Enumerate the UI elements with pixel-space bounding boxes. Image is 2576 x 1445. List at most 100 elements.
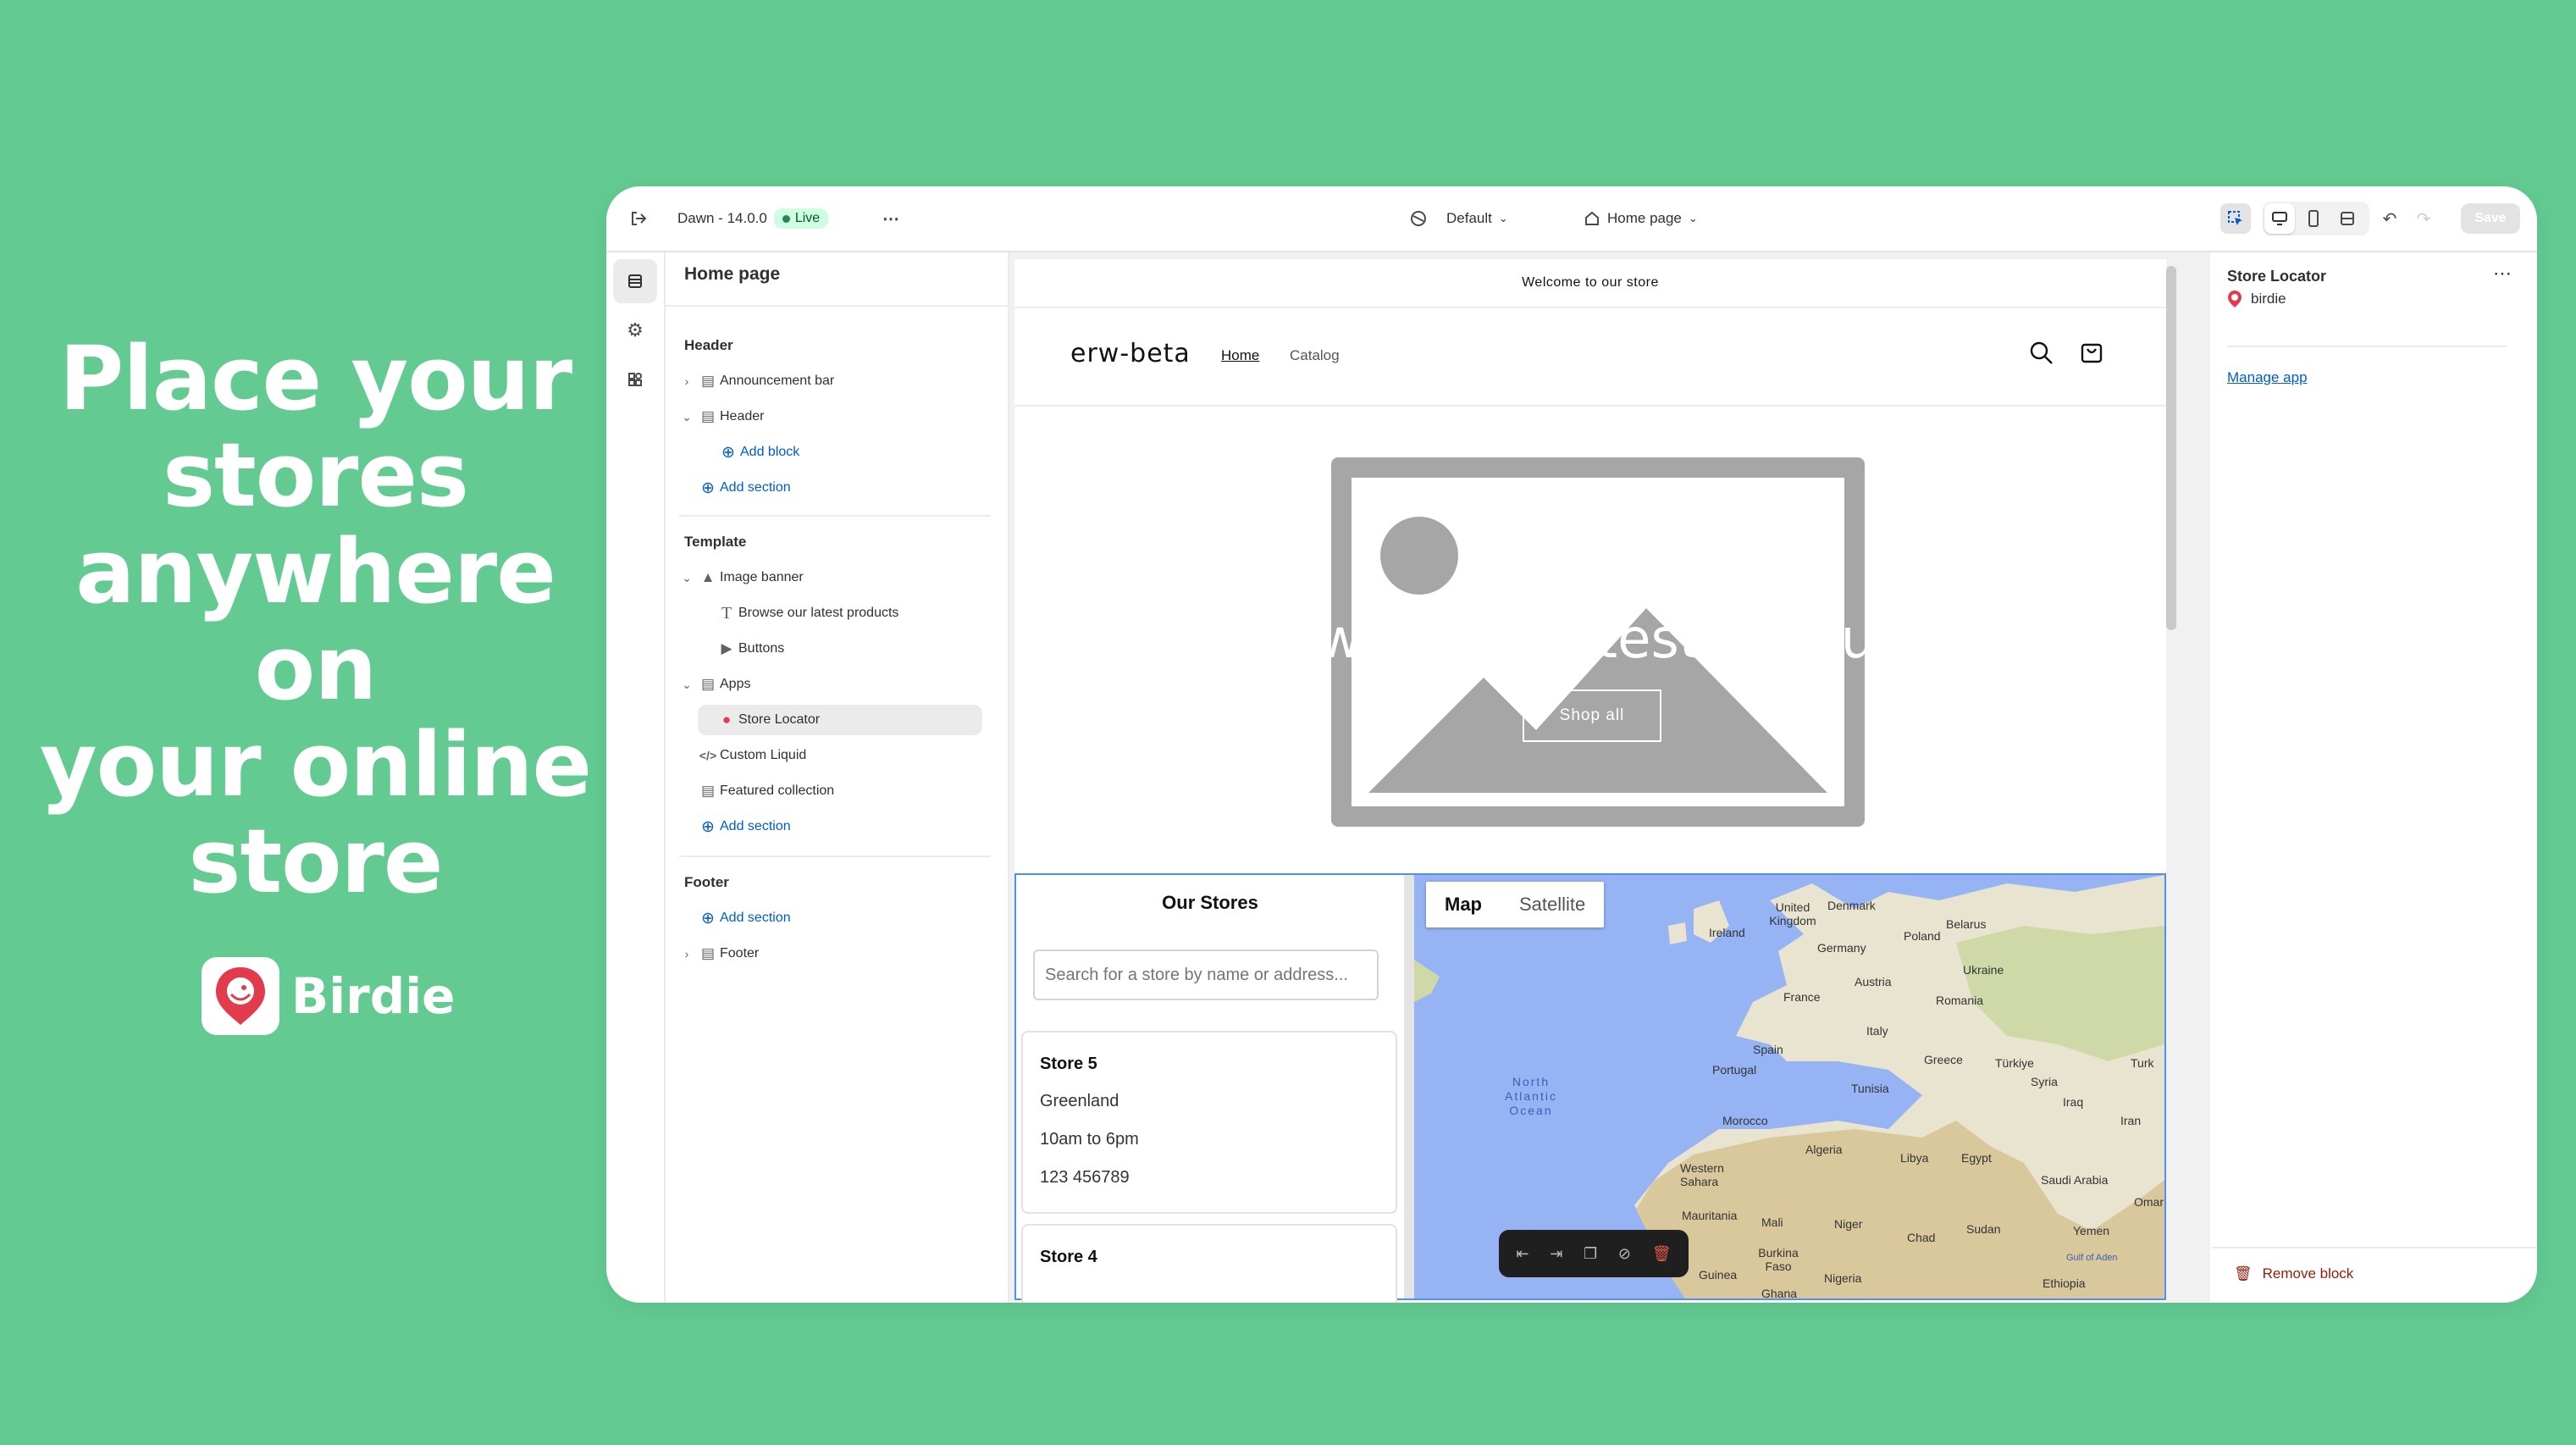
section-label: Featured collection bbox=[720, 783, 835, 798]
section-icon: ▤ bbox=[700, 676, 716, 692]
storefront-preview: Welcome to our store erw-beta Home Catal… bbox=[1014, 259, 2166, 1303]
chevron-right-icon[interactable]: › bbox=[677, 374, 696, 388]
page-label: Home page bbox=[1607, 210, 1682, 226]
map-label: Yemen bbox=[2073, 1224, 2110, 1237]
section-apps[interactable]: ⌄ ▤ Apps bbox=[677, 669, 982, 700]
section-footer[interactable]: › ▤ Footer bbox=[677, 938, 982, 969]
divider bbox=[679, 515, 991, 517]
desktop-view-icon[interactable] bbox=[2264, 203, 2295, 234]
store-search-input[interactable] bbox=[1033, 949, 1379, 1000]
map-label: Nigeria bbox=[1824, 1271, 1862, 1285]
section-label: Custom Liquid bbox=[720, 748, 807, 762]
duplicate-icon[interactable]: ❐ bbox=[1584, 1245, 1597, 1263]
block-buttons[interactable]: ▶ Buttons bbox=[677, 634, 982, 664]
exit-icon[interactable] bbox=[623, 203, 654, 234]
add-section-label: Add section bbox=[720, 819, 791, 833]
map-label: Ukraine bbox=[1963, 963, 2004, 977]
map-label: Sudan bbox=[1966, 1222, 2001, 1236]
delete-icon[interactable]: 🗑 bbox=[1652, 1245, 1672, 1263]
brand-name: Birdie bbox=[291, 967, 456, 1025]
map-label: Niger bbox=[1834, 1217, 1863, 1231]
preview-scrollbar[interactable] bbox=[2166, 266, 2176, 630]
chevron-right-icon[interactable]: › bbox=[677, 947, 696, 961]
language-selector[interactable]: Default ⌄ bbox=[1409, 209, 1508, 228]
section-label: Image banner bbox=[720, 570, 804, 584]
store-header: erw-beta Home Catalog bbox=[1014, 308, 2166, 407]
add-section-button[interactable]: ⊕ Add section bbox=[677, 903, 982, 933]
store-card[interactable]: Store 5 Greenland 10am to 6pm 123 456789 bbox=[1021, 1031, 1397, 1214]
add-section-button[interactable]: ⊕ Add section bbox=[677, 811, 982, 842]
more-options-icon[interactable]: ⋯ bbox=[876, 203, 906, 234]
map-label: Türkiye bbox=[1995, 1056, 2034, 1070]
chevron-down-icon[interactable]: ⌄ bbox=[677, 410, 696, 424]
map-label: Denmark bbox=[1827, 899, 1876, 912]
map-label: Greece bbox=[1924, 1053, 1963, 1066]
undo-icon[interactable]: ↶ bbox=[2374, 203, 2405, 234]
promo-headline: Place your stores anywhere on your onlin… bbox=[0, 330, 631, 910]
plus-circle-icon: ⊕ bbox=[701, 479, 715, 497]
sections-icon[interactable] bbox=[613, 259, 657, 303]
more-options-icon[interactable]: ⋯ bbox=[2493, 263, 2512, 285]
trash-icon: 🗑 bbox=[2234, 1265, 2253, 1282]
store-card[interactable]: Store 4 bbox=[1021, 1224, 1397, 1303]
nav-catalog[interactable]: Catalog bbox=[1290, 347, 1340, 364]
store-list-scrollbar[interactable] bbox=[1404, 875, 1414, 1298]
map-label: Morocco bbox=[1722, 1114, 1768, 1127]
chevron-down-icon: ⌄ bbox=[1498, 212, 1508, 224]
chevron-down-icon: ⌄ bbox=[1688, 212, 1698, 224]
live-label: Live bbox=[794, 211, 821, 225]
block-store-locator[interactable]: ● Store Locator bbox=[698, 705, 982, 735]
chevron-down-icon[interactable]: ⌄ bbox=[677, 678, 696, 692]
add-block-label: Add block bbox=[740, 445, 800, 459]
section-label: Apps bbox=[720, 677, 751, 691]
move-up-icon[interactable]: ⇤ bbox=[1516, 1245, 1528, 1263]
store-list-panel: Our Stores Store 5 Greenland 10am to 6pm… bbox=[1016, 875, 1404, 1303]
map-label: Mauritania bbox=[1682, 1209, 1738, 1222]
shop-logo[interactable]: erw-beta bbox=[1070, 339, 1191, 368]
brand-lockup: Birdie bbox=[202, 957, 455, 1035]
hide-icon[interactable]: ⊘ bbox=[1618, 1245, 1631, 1263]
section-announcement-bar[interactable]: › ▤ Announcement bar bbox=[677, 366, 982, 396]
theme-editor-window: Dawn - 14.0.0 Live ⋯ Default ⌄ Home page… bbox=[606, 186, 2537, 1303]
apps-icon[interactable] bbox=[613, 357, 657, 401]
redo-icon[interactable]: ↷ bbox=[2408, 203, 2439, 234]
fullscreen-icon[interactable] bbox=[2332, 203, 2363, 234]
section-featured-collection[interactable]: ▤ Featured collection bbox=[677, 776, 982, 806]
section-icon: ▤ bbox=[700, 408, 716, 424]
left-rail: ⚙ bbox=[606, 252, 666, 1303]
nav-home[interactable]: Home bbox=[1221, 347, 1259, 364]
section-custom-liquid[interactable]: </> Custom Liquid bbox=[677, 740, 982, 771]
headline-line: Place your bbox=[58, 327, 572, 430]
theme-name: Dawn - 14.0.0 bbox=[677, 210, 767, 226]
map-label: Iran bbox=[2120, 1114, 2142, 1127]
page-selector[interactable]: Home page ⌄ bbox=[1584, 210, 1698, 227]
satellite-tab[interactable]: Satellite bbox=[1501, 882, 1604, 927]
plus-circle-icon: ⊕ bbox=[721, 443, 735, 462]
search-icon[interactable] bbox=[2029, 340, 2054, 370]
map-type-tabs: Map Satellite bbox=[1426, 882, 1605, 927]
remove-block-button[interactable]: 🗑 Remove block bbox=[2234, 1265, 2353, 1282]
store-phone: 123 456789 bbox=[1040, 1168, 1130, 1187]
mobile-view-icon[interactable] bbox=[2298, 203, 2329, 234]
inspector-icon[interactable] bbox=[2220, 203, 2251, 234]
map-label: Belarus bbox=[1946, 917, 1987, 931]
chevron-down-icon[interactable]: ⌄ bbox=[677, 571, 696, 585]
image-banner: Browse our latest products Shop all bbox=[1014, 407, 2166, 844]
move-down-icon[interactable]: ⇥ bbox=[1550, 1245, 1562, 1263]
save-button[interactable]: Save bbox=[2461, 203, 2520, 234]
add-section-button[interactable]: ⊕ Add section bbox=[677, 473, 982, 503]
code-icon: </> bbox=[699, 749, 717, 762]
manage-app-link[interactable]: Manage app bbox=[2227, 369, 2308, 386]
block-browse[interactable]: T Browse our latest products bbox=[677, 598, 982, 628]
settings-gear-icon[interactable]: ⚙ bbox=[613, 308, 657, 352]
section-header[interactable]: ⌄ ▤ Header bbox=[677, 401, 982, 432]
map-label: Chad bbox=[1907, 1231, 1936, 1244]
section-image-banner[interactable]: ⌄ ▲ Image banner bbox=[677, 562, 982, 593]
cart-icon[interactable] bbox=[2078, 339, 2105, 370]
stores-title: Our Stores bbox=[1162, 892, 1258, 913]
sections-sidebar: Home page Header › ▤ Announcement bar ⌄ ▤ He… bbox=[666, 252, 1009, 1303]
shop-all-button[interactable]: Shop all bbox=[1523, 689, 1661, 742]
add-block-button[interactable]: ⊕ Add block bbox=[677, 437, 982, 468]
section-label: Header bbox=[720, 409, 765, 424]
map-tab[interactable]: Map bbox=[1426, 882, 1501, 927]
